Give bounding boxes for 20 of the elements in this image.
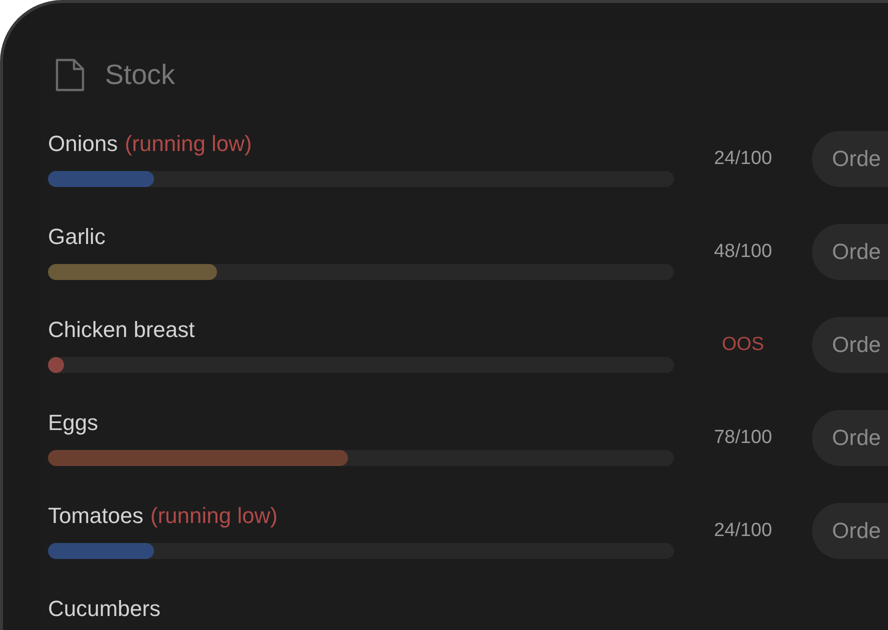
stock-count: 24/100 bbox=[712, 520, 774, 542]
document-icon bbox=[55, 58, 85, 92]
order-button[interactable]: Orde bbox=[812, 503, 888, 559]
order-button[interactable]: Orde bbox=[812, 131, 888, 187]
item-name: Eggs bbox=[48, 410, 98, 436]
item-name: Cucumbers bbox=[48, 596, 160, 622]
panel-title: Stock bbox=[105, 59, 176, 91]
low-stock-note: (running low) bbox=[124, 131, 252, 157]
stock-count: 78/100 bbox=[712, 427, 774, 449]
order-button[interactable]: Orde bbox=[812, 410, 888, 466]
item-name: Garlic bbox=[48, 224, 106, 250]
item-name: Onions bbox=[48, 131, 118, 157]
item-name: Chicken breast bbox=[48, 317, 195, 343]
item-name: Tomatoes bbox=[48, 503, 144, 529]
order-button[interactable]: Orde bbox=[812, 224, 888, 280]
stock-count: OOS bbox=[720, 334, 766, 356]
stock-count: 48/100 bbox=[712, 241, 774, 263]
low-stock-note: (running low) bbox=[150, 503, 278, 529]
order-button[interactable]: Orde bbox=[812, 317, 888, 373]
stock-count: 24/100 bbox=[712, 148, 774, 170]
